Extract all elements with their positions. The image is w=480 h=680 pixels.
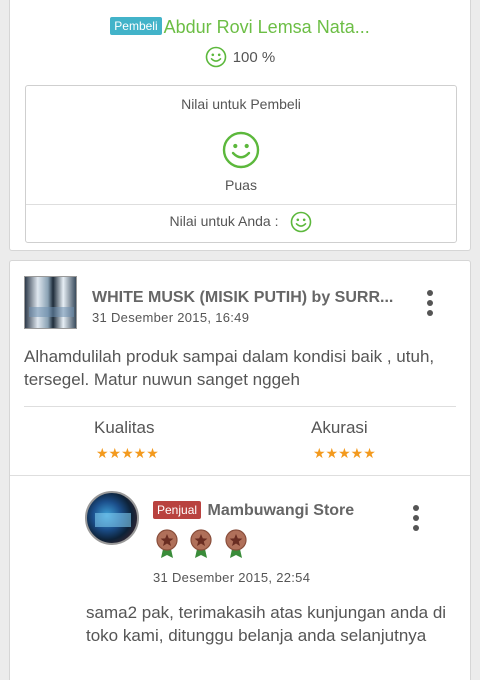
review-card: WHITE MUSK (MISIK PUTIH) by SURR... 31 D… [9,260,471,680]
rating-status: Puas [225,177,257,193]
medal-icon [190,529,213,558]
buyer-rating-card: Pembeli Abdur Rovi Lemsa Nata... 100 % Ni… [9,0,471,251]
reply-text: sama2 pak, terimakasih atas kunjungan an… [86,603,447,645]
smiley-icon [205,46,227,68]
smiley-icon [222,131,260,169]
divider [10,475,470,476]
seller-avatar[interactable] [85,491,139,545]
medal-icon [156,529,178,558]
accuracy-stars: ★★★★★ [313,445,376,461]
percentage-value: 100 % [232,49,276,66]
review-text: Alhamdulilah produk sampai dalam kondisi… [24,347,435,389]
review-more-options-icon[interactable] [420,289,440,319]
seller-name[interactable]: Mambuwangi Store [207,502,354,519]
smiley-icon [291,211,312,233]
medal-icon [225,529,247,558]
divider [24,406,456,407]
review-date: 31 Desember 2015, 16:49 [92,310,250,325]
product-thumbnail[interactable] [24,276,77,329]
buyer-header: Pembeli Abdur Rovi Lemsa Nata... [10,17,470,38]
buyer-badge: Pembeli [110,17,162,35]
buyer-name[interactable]: Abdur Rovi Lemsa Nata... [164,17,370,37]
seller-reputation-medals [155,529,254,564]
rating-title: Nilai untuk Pembeli [181,96,301,112]
product-title[interactable]: WHITE MUSK (MISIK PUTIH) by SURR... [92,289,412,307]
quality-label: Kualitas [94,418,155,437]
buyer-percentage: 100 % [10,46,470,68]
quality-stars: ★★★★★ [96,445,159,461]
rating-box: Nilai untuk Pembeli Puas Nilai untuk And… [25,85,457,243]
divider [26,204,456,205]
accuracy-label: Akurasi [311,418,368,437]
your-rating: Nilai untuk Anda : [26,211,456,233]
reply-more-options-icon[interactable] [406,505,426,535]
seller-badge: Penjual [153,501,202,519]
your-rating-label: Nilai untuk Anda : [169,213,279,229]
reply-date: 31 Desember 2015, 22:54 [153,570,311,585]
seller-header: Penjual Mambuwangi Store [153,501,354,520]
